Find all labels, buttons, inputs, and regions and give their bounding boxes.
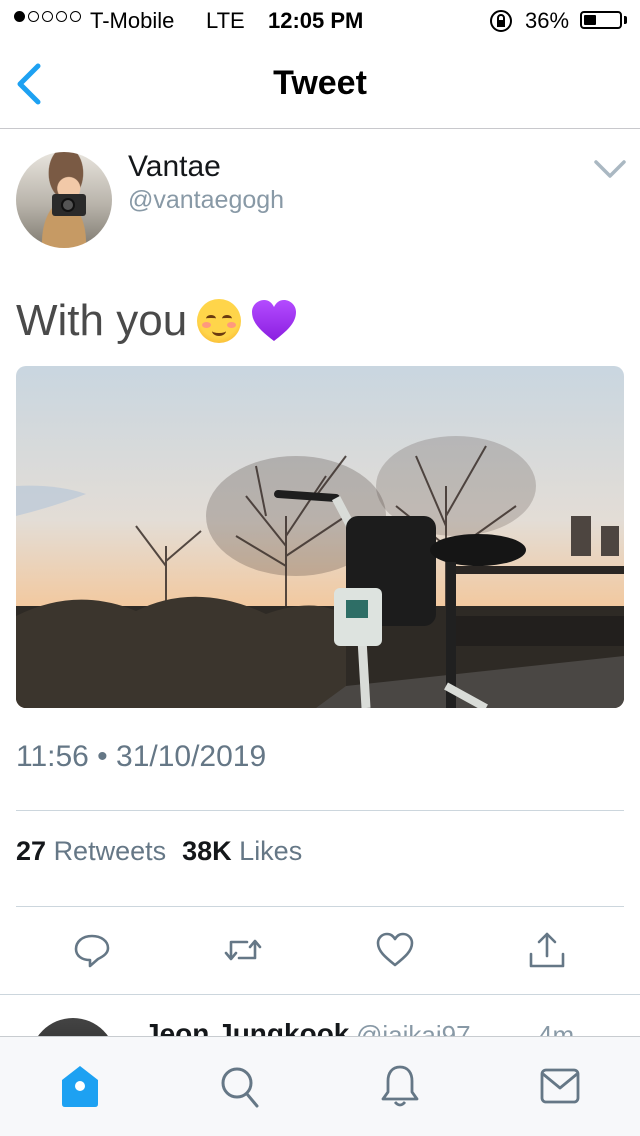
likes-label: Likes xyxy=(239,836,303,866)
bell-icon xyxy=(381,1065,419,1107)
tweet-body: With you xyxy=(16,296,297,346)
tweet-options-button[interactable] xyxy=(590,154,630,184)
divider xyxy=(0,994,640,995)
battery-tip xyxy=(624,16,627,24)
share-icon xyxy=(529,932,565,968)
network-type: LTE xyxy=(206,8,245,33)
author-display-name[interactable]: Vantae xyxy=(128,150,221,184)
signal-strength-icon xyxy=(14,11,81,22)
carrier-label: T-Mobile xyxy=(90,8,175,33)
tweet-stats: 27 Retweets 38K Likes xyxy=(16,836,302,867)
nav-divider xyxy=(0,128,640,129)
retweets-count: 27 xyxy=(16,836,47,866)
tweet-photo[interactable] xyxy=(16,366,624,708)
tweet-timestamp: 11:56 • 31/10/2019 xyxy=(16,740,267,773)
status-bar: T-Mobile LTE 12:05 PM 36% xyxy=(0,0,640,40)
avatar-lens-shape xyxy=(61,198,75,212)
tab-notifications[interactable] xyxy=(378,1062,422,1110)
status-time: 12:05 PM xyxy=(268,8,364,33)
rotation-lock-icon xyxy=(488,8,514,40)
share-button[interactable] xyxy=(525,928,569,972)
smiling-face-emoji xyxy=(197,299,242,343)
divider xyxy=(16,906,624,907)
likes-count: 38K xyxy=(182,836,232,866)
mail-icon xyxy=(540,1068,580,1104)
reply-icon xyxy=(74,934,110,968)
home-icon xyxy=(62,1066,98,1107)
like-button[interactable] xyxy=(373,928,417,972)
battery-level-fill xyxy=(584,15,596,25)
retweets-stat[interactable]: 27 Retweets xyxy=(16,836,166,867)
chevron-down-icon xyxy=(594,160,626,178)
retweet-button[interactable] xyxy=(221,928,265,972)
battery-icon xyxy=(580,11,622,29)
battery-percentage: 36% xyxy=(525,8,570,33)
heart-icon xyxy=(376,932,414,967)
reply-button[interactable] xyxy=(70,928,114,972)
tweet-text: With you xyxy=(16,296,188,345)
author-avatar[interactable] xyxy=(16,152,112,248)
tab-messages[interactable] xyxy=(538,1062,582,1110)
divider xyxy=(16,810,624,811)
purple-heart-emoji xyxy=(252,300,297,341)
tab-home[interactable] xyxy=(58,1062,102,1110)
tab-search[interactable] xyxy=(218,1062,262,1110)
photo-sunset-bicycle xyxy=(16,366,624,708)
author-handle[interactable]: @vantaegogh xyxy=(128,186,284,215)
retweet-icon xyxy=(224,939,262,961)
page-title: Tweet xyxy=(273,64,367,102)
likes-stat[interactable]: 38K Likes xyxy=(182,836,302,867)
search-icon xyxy=(221,1067,259,1108)
retweets-label: Retweets xyxy=(53,836,167,866)
